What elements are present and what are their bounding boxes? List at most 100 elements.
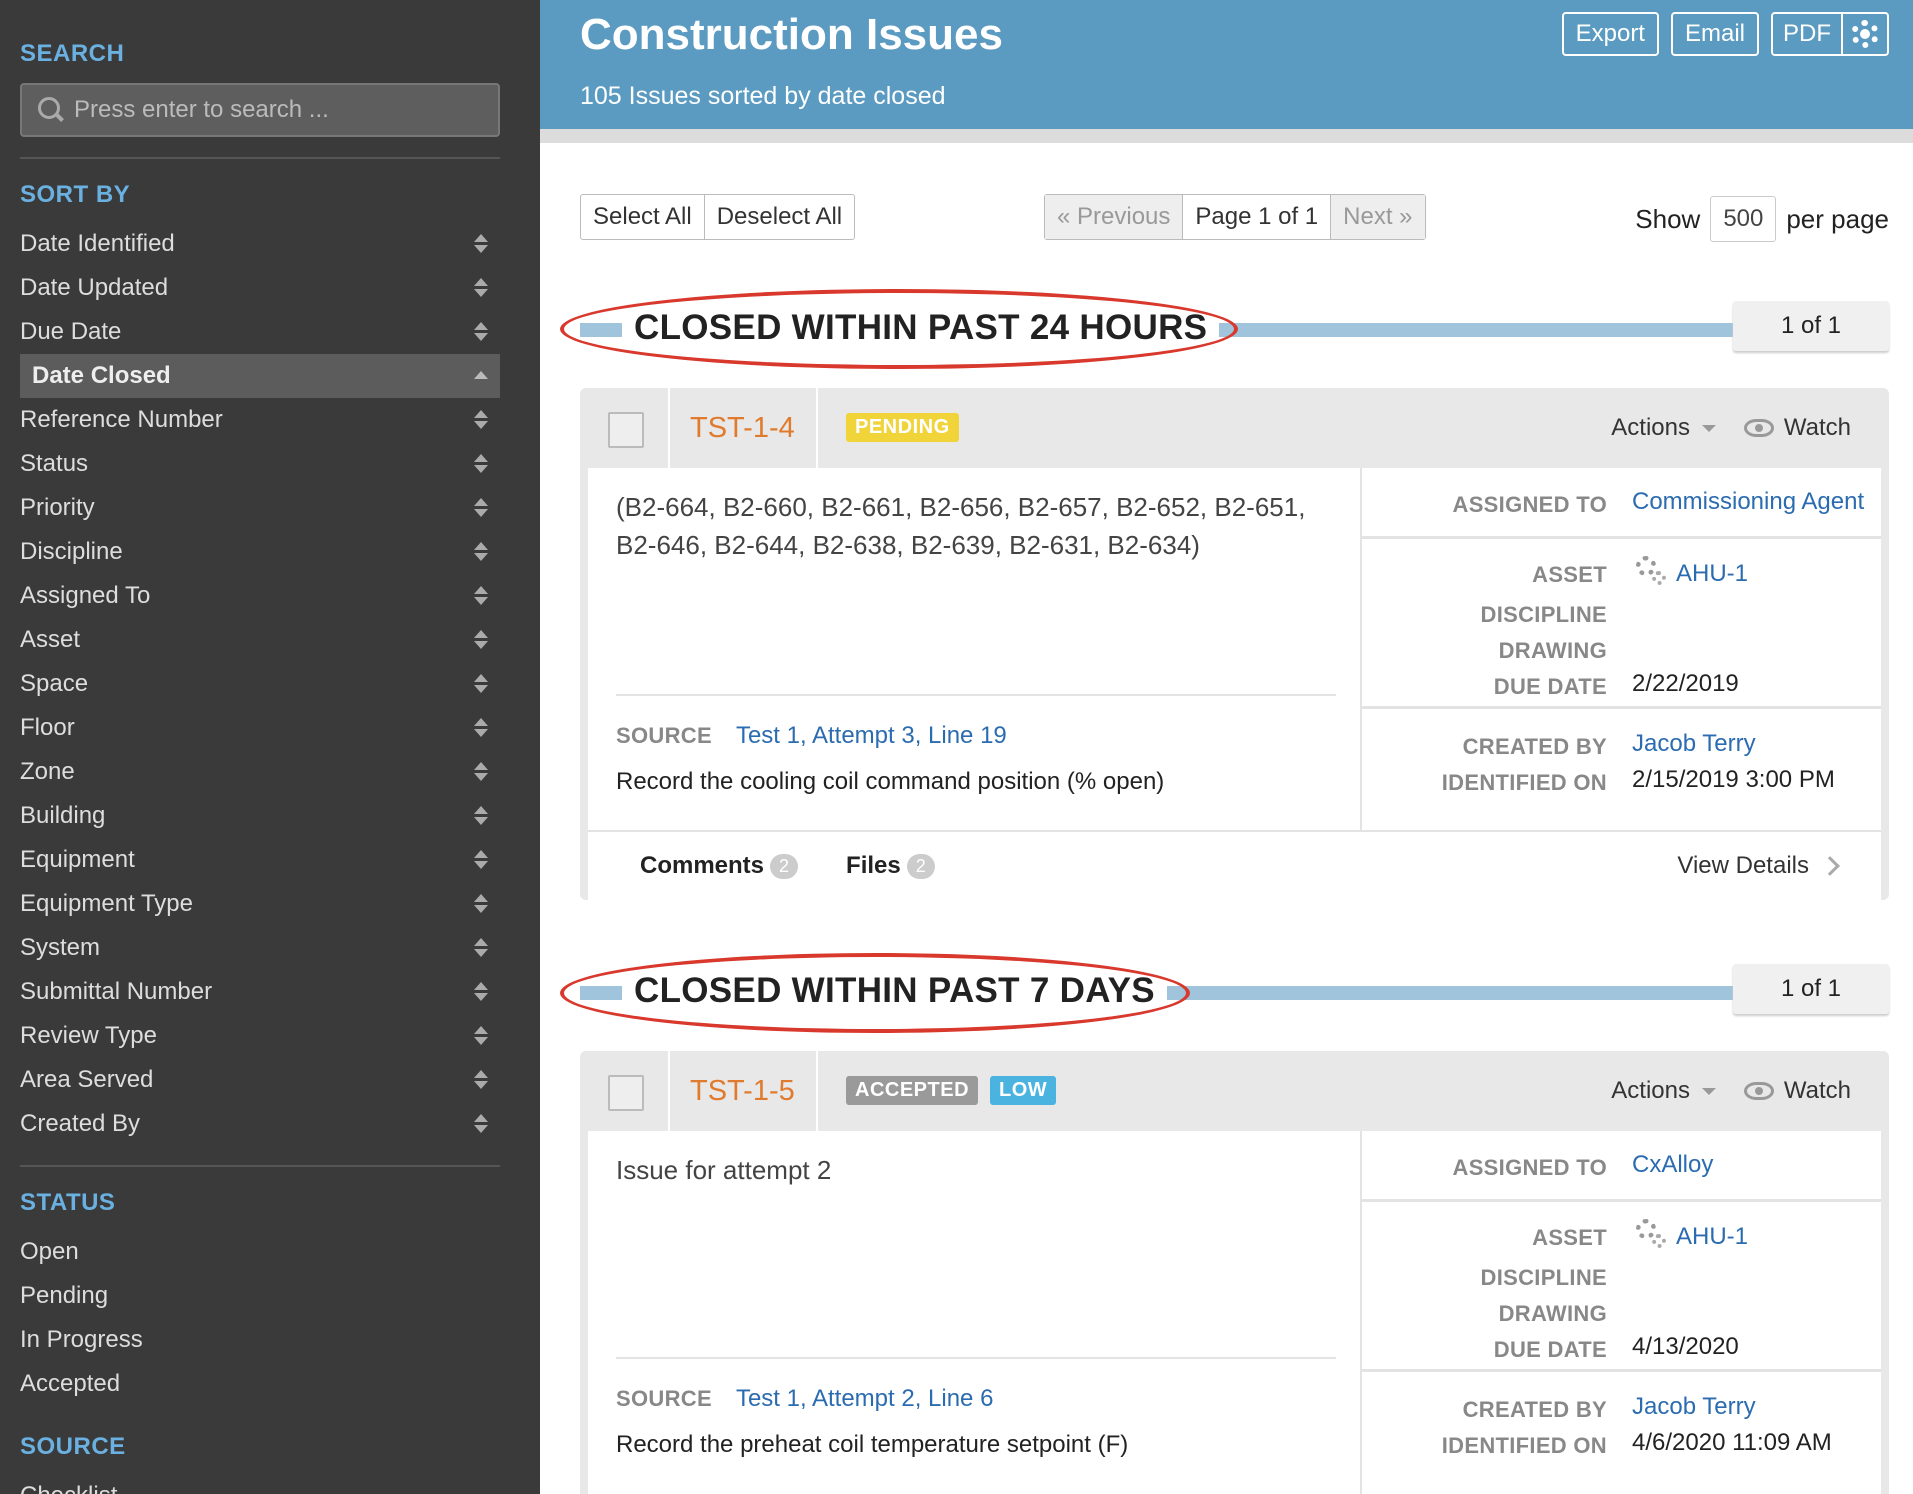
sort-option-label: Zone [20, 758, 75, 785]
column-divider [1360, 1131, 1362, 1494]
pdf-button[interactable]: PDF [1773, 14, 1841, 54]
comments-label: Comments [640, 852, 765, 879]
sort-option[interactable]: System [20, 926, 500, 970]
sort-option[interactable]: Created By [20, 1102, 500, 1146]
cog-icon [1636, 556, 1666, 585]
sort-icon [474, 981, 488, 1003]
actions-dropdown[interactable]: Actions [1611, 414, 1716, 442]
status-filter-item[interactable]: Open [20, 1230, 143, 1274]
sort-option[interactable]: Zone [20, 750, 500, 794]
eye-icon [1743, 419, 1774, 437]
sort-option[interactable]: Floor [20, 706, 500, 750]
sort-option[interactable]: Equipment [20, 838, 500, 882]
per-page-input[interactable] [1710, 196, 1777, 242]
source-link[interactable]: Test 1, Attempt 3, Line 19 [736, 722, 1007, 750]
sort-icon [474, 233, 488, 255]
sort-option[interactable]: Date Closed [20, 354, 500, 398]
created-by-link[interactable]: Jacob Terry [1632, 730, 1756, 758]
header-divider [668, 1051, 670, 1131]
select-all-button[interactable]: Select All [581, 195, 704, 239]
sort-option[interactable]: Assigned To [20, 574, 500, 618]
asset-link[interactable]: AHU-1 [1676, 560, 1748, 588]
created-by-link[interactable]: Jacob Terry [1632, 1393, 1756, 1421]
issue-id-link[interactable]: TST-1-5 [690, 1075, 795, 1108]
sort-icon [474, 409, 488, 431]
sidebar-divider [20, 157, 500, 159]
comments-tab[interactable]: Comments 2 [640, 852, 799, 880]
sort-option[interactable]: Building [20, 794, 500, 838]
sort-option[interactable]: Equipment Type [20, 882, 500, 926]
view-details-link[interactable]: View Details [1677, 852, 1840, 880]
issue-card: TST-1-5 ACCEPTED LOW Actions Watch Issue … [580, 1051, 1889, 1494]
search-box[interactable] [20, 83, 500, 137]
sort-option[interactable]: Date Identified [20, 222, 500, 266]
sort-option[interactable]: Area Served [20, 1058, 500, 1102]
sort-option-label: Equipment Type [20, 890, 194, 917]
email-button[interactable]: Email [1670, 12, 1759, 56]
status-filter-item[interactable]: Pending [20, 1274, 143, 1318]
deselect-all-button[interactable]: Deselect All [703, 195, 854, 239]
sort-option[interactable]: Submittal Number [20, 970, 500, 1014]
watch-button[interactable]: Watch [1743, 414, 1851, 442]
previous-page-button[interactable]: « Previous [1045, 195, 1183, 239]
search-input[interactable] [74, 96, 494, 124]
issue-checkbox[interactable] [608, 412, 644, 448]
created-by-label: CREATED BY [1462, 734, 1607, 759]
source-link[interactable]: Test 1, Attempt 2, Line 6 [736, 1385, 993, 1413]
sort-option[interactable]: Date Updated [20, 266, 500, 310]
files-count: 2 [906, 853, 935, 879]
sort-icon [474, 673, 488, 695]
files-tab[interactable]: Files 2 [846, 852, 935, 880]
due-date-label: DUE DATE [1493, 1337, 1607, 1362]
source-row: SOURCE Test 1, Attempt 2, Line 6 [616, 1385, 993, 1413]
group-header: CLOSED WITHIN PAST 24 HOURS 1 of 1 [580, 301, 1889, 357]
status-badge: ACCEPTED [846, 1076, 979, 1105]
issue-description: Issue for attempt 2 [616, 1155, 832, 1185]
pagination: « Previous Page 1 of 1 Next » [1044, 194, 1426, 240]
assigned-to-link[interactable]: Commissioning Agent [1632, 488, 1864, 516]
source-label: SOURCE [616, 723, 712, 748]
cog-icon [1636, 1219, 1666, 1248]
actions-dropdown[interactable]: Actions [1611, 1077, 1716, 1105]
sort-icon [474, 321, 488, 343]
sort-icon [474, 453, 488, 475]
selection-buttons: Select All Deselect All [580, 194, 856, 240]
sort-option[interactable]: Status [20, 442, 500, 486]
asset-link[interactable]: AHU-1 [1676, 1223, 1748, 1251]
eye-icon [1743, 1082, 1774, 1100]
status-filter-item[interactable]: Accepted [20, 1362, 143, 1406]
sort-option-label: Created By [20, 1110, 141, 1137]
sort-option[interactable]: Discipline [20, 530, 500, 574]
sort-option[interactable]: Reference Number [20, 398, 500, 442]
next-page-button[interactable]: Next » [1330, 195, 1425, 239]
pdf-settings-button[interactable] [1841, 14, 1887, 54]
sort-option[interactable]: Space [20, 662, 500, 706]
watch-button[interactable]: Watch [1743, 1077, 1851, 1105]
issue-checkbox[interactable] [608, 1075, 644, 1111]
due-date-label: DUE DATE [1493, 674, 1607, 699]
sort-option[interactable]: Review Type [20, 1014, 500, 1058]
sort-icon [474, 277, 488, 299]
status-heading: STATUS [20, 1189, 116, 1216]
export-button[interactable]: Export [1561, 12, 1659, 56]
assigned-to-link[interactable]: CxAlloy [1632, 1151, 1713, 1179]
group-title: CLOSED WITHIN PAST 24 HOURS [622, 308, 1220, 348]
status-filter-item[interactable]: In Progress [20, 1318, 143, 1362]
sort-option[interactable]: Due Date [20, 310, 500, 354]
source-filter-item[interactable]: Checklist [20, 1474, 117, 1494]
sort-icon [474, 497, 488, 519]
issue-id-link[interactable]: TST-1-4 [690, 412, 795, 445]
asset-label: ASSET [1532, 562, 1607, 587]
sort-option-label: Submittal Number [20, 978, 213, 1005]
page-title: Construction Issues [580, 10, 1003, 59]
sort-option[interactable]: Asset [20, 618, 500, 662]
sort-option-label: Due Date [20, 318, 122, 345]
sort-option[interactable]: Priority [20, 486, 500, 530]
page-header: Construction Issues 105 Issues sorted by… [540, 0, 1913, 143]
issue-badges: PENDING [846, 413, 959, 442]
sort-icon [474, 585, 488, 607]
per-page-control: Show per page [1635, 196, 1889, 242]
identified-on-value: 4/6/2020 11:09 AM [1632, 1429, 1832, 1456]
header-divider [816, 1051, 818, 1131]
sort-icon [474, 1069, 488, 1091]
